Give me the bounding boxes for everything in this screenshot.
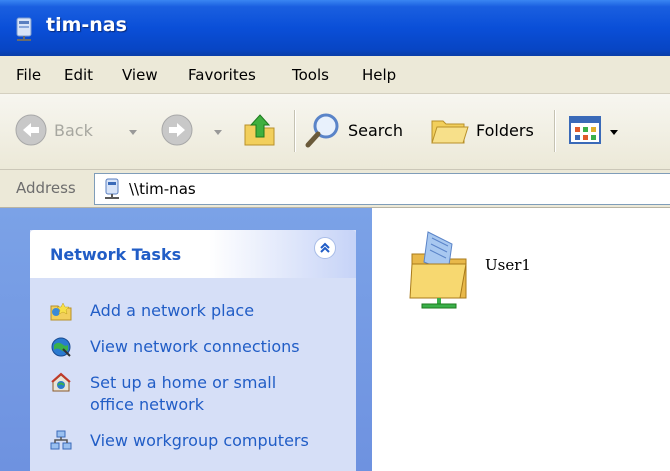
- network-drive-icon: [16, 17, 32, 41]
- task-setup-home-network[interactable]: Set up a home or small office network: [50, 372, 276, 422]
- folders-button[interactable]: Folders: [430, 108, 534, 152]
- address-bar: Address \\tim-nas: [0, 170, 670, 208]
- back-arrow-icon: [15, 114, 47, 146]
- network-tasks-header[interactable]: Network Tasks: [30, 230, 356, 278]
- task-label: View workgroup computers: [90, 431, 309, 450]
- menu-favorites[interactable]: Favorites: [188, 66, 256, 84]
- shared-folder-icon: [409, 231, 467, 309]
- toolbar-separator: [294, 110, 296, 152]
- toolbar-separator: [554, 110, 556, 152]
- menu-help[interactable]: Help: [362, 66, 396, 84]
- add-network-place-icon: [50, 302, 72, 321]
- task-label-multiline: Set up a home or small office network: [90, 372, 276, 416]
- window-title: tim-nas: [46, 14, 127, 36]
- folders-icon: [431, 120, 469, 144]
- task-label: Add a network place: [90, 301, 255, 320]
- task-label: View network connections: [90, 337, 300, 356]
- task-label-line2: office network: [90, 395, 204, 414]
- task-label-line1: Set up a home or small: [90, 373, 277, 392]
- back-dropdown-icon[interactable]: [129, 130, 137, 135]
- network-drive-icon: [105, 178, 119, 199]
- menu-tools[interactable]: Tools: [292, 66, 329, 84]
- back-button[interactable]: Back: [14, 108, 93, 152]
- forward-arrow-icon: [161, 114, 193, 146]
- workgroup-computers-icon: [50, 430, 72, 450]
- address-value: \\tim-nas: [129, 180, 196, 198]
- title-bar[interactable]: tim-nas: [0, 0, 670, 56]
- task-view-workgroup-computers[interactable]: View workgroup computers: [50, 430, 309, 458]
- task-view-network-connections[interactable]: View network connections: [50, 336, 300, 364]
- up-folder-button[interactable]: [242, 108, 278, 152]
- folders-label: Folders: [476, 120, 534, 140]
- forward-button[interactable]: [160, 108, 194, 152]
- address-label: Address: [16, 179, 76, 197]
- network-tasks-title: Network Tasks: [50, 245, 182, 264]
- network-connections-icon: [51, 337, 71, 357]
- up-folder-icon: [244, 114, 275, 146]
- search-button[interactable]: Search: [304, 108, 403, 152]
- search-label: Search: [348, 120, 403, 140]
- forward-dropdown-icon[interactable]: [214, 130, 222, 135]
- toolbar: Back Search Folders: [0, 94, 670, 170]
- back-label: Back: [54, 120, 93, 140]
- share-label: User1: [485, 256, 531, 274]
- menu-view[interactable]: View: [122, 66, 158, 84]
- task-pane: Network Tasks Add a network place View n…: [0, 208, 372, 471]
- collapse-button[interactable]: [314, 237, 336, 259]
- task-add-network-place[interactable]: Add a network place: [50, 300, 254, 328]
- address-input[interactable]: \\tim-nas: [94, 173, 670, 205]
- content-pane: User1: [372, 208, 670, 471]
- menu-bar: File Edit View Favorites Tools Help: [0, 56, 670, 94]
- views-dropdown-icon[interactable]: [610, 130, 618, 135]
- views-icon: [569, 116, 601, 144]
- search-icon: [305, 113, 339, 148]
- menu-file[interactable]: File: [16, 66, 41, 84]
- views-button[interactable]: [568, 108, 602, 152]
- chevron-up-icon: [320, 242, 330, 253]
- menu-edit[interactable]: Edit: [64, 66, 93, 84]
- network-tasks-panel: Network Tasks Add a network place View n…: [30, 230, 356, 471]
- home-network-setup-icon: [51, 372, 71, 392]
